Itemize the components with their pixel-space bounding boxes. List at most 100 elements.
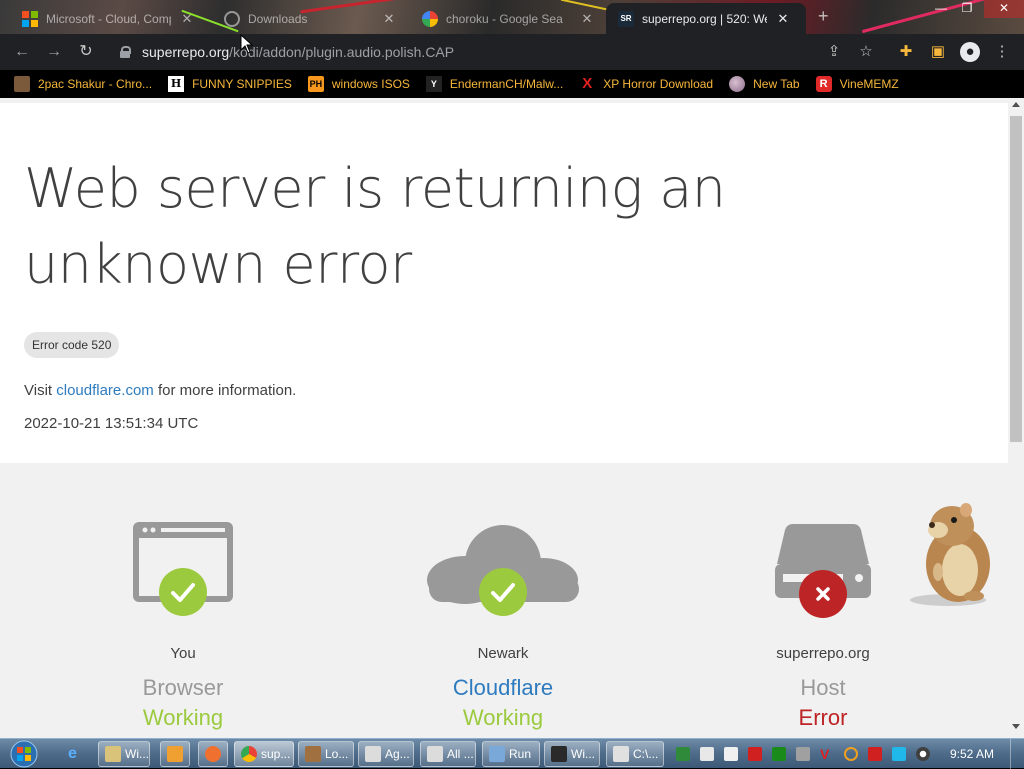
taskbar-item[interactable]: Lo... <box>298 741 354 767</box>
x-icon: X <box>582 75 593 92</box>
page-title: Web server is returning an unknown error <box>24 157 726 296</box>
tray-icon[interactable] <box>796 747 810 761</box>
close-icon[interactable]: ✕ <box>179 11 195 27</box>
bookmark-label: XP Horror Download <box>603 77 714 91</box>
internet-explorer-icon[interactable]: e <box>68 745 86 763</box>
close-icon[interactable]: ✕ <box>381 11 397 27</box>
side-panel-icon[interactable]: ▣ <box>928 42 948 62</box>
forward-arrow-icon[interactable]: → <box>44 42 64 62</box>
page-viewport: Web server is returning an unknown error… <box>0 98 1024 738</box>
browser-toolbar: ← → ↻ superrepo.org/kodi/addon/plugin.au… <box>0 34 1024 70</box>
status-label: Working <box>142 705 224 730</box>
bookmark-label: windows ISOS <box>331 77 410 91</box>
location-label: Newark <box>477 645 529 662</box>
tab-google-search[interactable]: choroku - Google Sea ✕ <box>410 3 605 34</box>
new-tab-button[interactable]: + <box>818 6 829 27</box>
tray-icon[interactable] <box>772 747 786 761</box>
profile-avatar-icon[interactable]: ● <box>960 42 980 62</box>
tray-icon[interactable] <box>724 747 738 761</box>
7zip-icon <box>613 746 629 762</box>
globe-icon <box>729 76 746 92</box>
check-badge-icon <box>159 568 207 616</box>
bookmark-windows-isos[interactable]: PH windows ISOS <box>307 76 410 92</box>
status-column-cloudflare: Newark Cloudflare Working <box>393 518 613 730</box>
bookmarks-bar: 2pac Shakur - Chro... H FUNNY SNIPPIES PH… <box>0 70 1024 98</box>
error-timestamp: 2022-10-21 13:51:34 UTC <box>24 415 199 432</box>
server-illustration <box>713 518 933 628</box>
v-tray-icon[interactable]: V <box>820 747 834 761</box>
taskbar-item[interactable]: All ... <box>420 741 476 767</box>
tab-title: choroku - Google Sea <box>446 11 563 26</box>
check-badge-icon <box>479 568 527 616</box>
scroll-up-arrow-icon[interactable] <box>1012 102 1020 107</box>
task-label: sup... <box>261 747 291 761</box>
taskbar-item[interactable]: C:\... <box>606 741 664 767</box>
error-code-badge: Error code 520 <box>24 332 120 358</box>
bookmark-vinememz[interactable]: R VineMEMZ <box>815 76 899 92</box>
hamster-mascot-icon[interactable] <box>908 500 998 610</box>
task-label: Wi... <box>125 747 149 761</box>
start-button-icon[interactable] <box>8 739 40 769</box>
google-icon <box>422 10 438 27</box>
tab-microsoft[interactable]: Microsoft - Cloud, Comp ✕ <box>10 3 205 34</box>
location-label: superrepo.org <box>776 645 870 662</box>
media-player-icon <box>167 746 183 762</box>
bookmark-funny-snippies[interactable]: H FUNNY SNIPPIES <box>168 76 292 92</box>
windows-taskbar: e Wi... sup... Lo... Ag... All ... Run W… <box>0 738 1024 769</box>
scroll-down-arrow-icon[interactable] <box>1012 724 1020 729</box>
tray-icon[interactable] <box>700 747 714 761</box>
tray-icon[interactable] <box>748 747 762 761</box>
volume-tray-icon[interactable] <box>916 747 930 761</box>
scrollbar-thumb[interactable] <box>1010 116 1022 442</box>
taskbar-item-chrome[interactable]: sup... <box>234 741 294 767</box>
bookmark-endermanch[interactable]: Y EndermanCH/Malw... <box>425 76 563 92</box>
close-icon[interactable]: ✕ <box>775 11 791 27</box>
taskbar-item[interactable] <box>198 741 228 767</box>
visit-text: Visit cloudflare.com for more informatio… <box>24 382 296 399</box>
tab-downloads[interactable]: Downloads ✕ <box>212 3 407 34</box>
bookmark-label: VineMEMZ <box>839 77 899 91</box>
taskbar-item[interactable]: Wi... <box>544 741 600 767</box>
tab-superrepo[interactable]: SR superrepo.org | 520: Web ✕ <box>606 3 806 34</box>
chrome-icon <box>14 76 30 92</box>
window-icon <box>365 746 381 762</box>
address-bar[interactable]: superrepo.org/kodi/addon/plugin.audio.po… <box>108 38 890 66</box>
star-icon[interactable]: ☆ <box>856 42 876 62</box>
flag-tray-icon[interactable] <box>868 747 882 761</box>
bookmark-xp-horror[interactable]: X XP Horror Download <box>579 76 713 92</box>
cloudflare-link[interactable]: cloudflare.com <box>56 382 154 399</box>
taskbar-item-run[interactable]: Run <box>482 741 540 767</box>
task-label: Lo... <box>325 747 349 761</box>
close-icon[interactable]: ✕ <box>579 11 595 27</box>
tab-title: Downloads <box>248 11 308 26</box>
taskbar-clock[interactable]: 9:52 AM <box>950 747 994 761</box>
taskbar-item[interactable]: Ag... <box>358 741 414 767</box>
share-icon[interactable]: ⇪ <box>824 42 844 62</box>
visit-suffix: for more information. <box>153 382 297 399</box>
network-tray-icon[interactable] <box>892 747 906 761</box>
extensions-icon[interactable]: ✚ <box>896 42 916 62</box>
search-tray-icon[interactable] <box>844 747 858 761</box>
task-label: Ag... <box>385 747 410 761</box>
kind-label: Browser <box>142 675 224 700</box>
menu-kebab-icon[interactable]: ⋮ <box>992 42 1012 62</box>
maximize-icon[interactable]: ❐ <box>954 0 980 18</box>
status-label: Error <box>798 705 848 730</box>
bookmark-new-tab[interactable]: New Tab <box>729 76 800 92</box>
hamster-icon <box>305 746 321 762</box>
bookmark-2pac[interactable]: 2pac Shakur - Chro... <box>14 76 152 92</box>
taskbar-item[interactable] <box>160 741 190 767</box>
minimize-icon[interactable]: — <box>928 0 954 18</box>
close-window-icon[interactable]: ✕ <box>984 0 1024 18</box>
kind-label: Host <box>800 675 846 700</box>
reload-icon[interactable]: ↻ <box>76 42 96 62</box>
show-desktop-button[interactable] <box>1010 739 1024 769</box>
taskbar-item[interactable]: Wi... <box>98 741 150 767</box>
cloud-illustration <box>393 518 613 628</box>
task-label: C:\... <box>633 747 659 761</box>
back-arrow-icon[interactable]: ← <box>12 42 32 62</box>
lock-icon <box>120 46 131 58</box>
h-icon: H <box>168 76 185 92</box>
r-icon: R <box>815 76 832 92</box>
tray-icon[interactable] <box>676 747 690 761</box>
